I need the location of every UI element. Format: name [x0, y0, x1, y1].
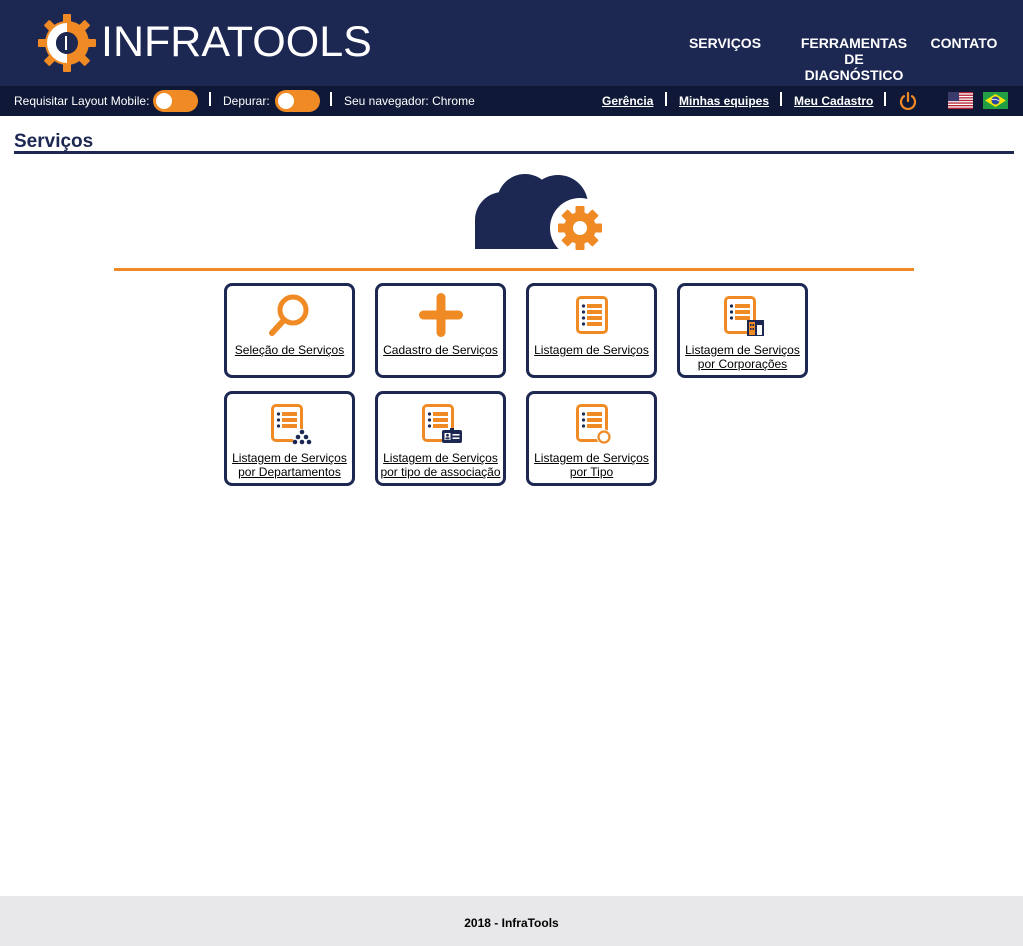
mobile-layout-label: Requisitar Layout Mobile: [14, 94, 150, 108]
brazil-flag-icon[interactable] [983, 92, 1008, 109]
link-meu-cadastro[interactable]: Meu Cadastro [794, 94, 873, 108]
list-circle-icon [576, 404, 612, 445]
separator [780, 92, 782, 106]
power-icon[interactable] [898, 91, 918, 111]
nav-ferramentas-de-diagnostico[interactable]: FERRAMENTAS DE DIAGNÓSTICO [794, 35, 914, 83]
nav-ferramentas-line-2: DE [844, 51, 864, 67]
list-building-icon [724, 296, 764, 336]
plus-icon [419, 293, 463, 337]
tile-label: Listagem de Serviços por tipo de associa… [378, 451, 503, 479]
tile-listagem-por-tipo-de-associacao[interactable]: Listagem de Serviços por tipo de associa… [375, 391, 506, 486]
list-icon [576, 296, 608, 334]
separator [665, 92, 667, 106]
mobile-layout-toggle[interactable] [153, 90, 198, 112]
tile-label: Seleção de Serviços [227, 343, 352, 357]
separator [209, 92, 211, 106]
tile-label: Listagem de Serviços por Corporações [680, 343, 805, 371]
top-header: INFRATOOLS SERVIÇOS FERRAMENTAS DE DIAGN… [0, 0, 1023, 86]
tile-listagem-por-departamentos[interactable]: Listagem de Serviços por Departamentos [224, 391, 355, 486]
tile-label-line: Listagem de Serviços [534, 343, 649, 357]
gear-logo-icon [38, 14, 96, 72]
tile-label-line: Listagem de Serviços [685, 343, 800, 357]
tile-label-line: Seleção de Serviços [234, 343, 345, 357]
tile-cadastro-de-servicos[interactable]: Cadastro de Serviços [375, 283, 506, 378]
footer-copyright: 2018 - InfraTools [464, 916, 559, 930]
browser-info: Seu navegador: Chrome [344, 94, 475, 108]
cloud-gear-icon [475, 174, 610, 258]
tile-label: Listagem de Serviços [529, 343, 654, 357]
tile-listagem-por-tipo[interactable]: Listagem de Serviços por Tipo [526, 391, 657, 486]
list-hierarchy-icon [271, 404, 312, 445]
nav-ferramentas-line-1: FERRAMENTAS [800, 35, 908, 51]
separator [330, 92, 332, 106]
tile-label-line: por tipo de associação [380, 465, 501, 479]
tile-label-line: Listagem de Serviços [232, 451, 347, 465]
nav-contato[interactable]: CONTATO [926, 35, 1002, 51]
toggle-knob [156, 93, 172, 109]
tile-label-line: por Departamentos [238, 465, 341, 479]
toggle-knob [278, 93, 294, 109]
infratools-logo[interactable]: INFRATOOLS [38, 12, 372, 72]
debug-label: Depurar: [223, 94, 270, 108]
tile-label-line: Cadastro de Serviços [383, 343, 498, 357]
tile-label-line: por Corporações [697, 357, 788, 371]
tile-listagem-de-servicos[interactable]: Listagem de Serviços [526, 283, 657, 378]
page-title: Serviços [14, 131, 94, 152]
section-divider [114, 268, 914, 271]
tile-selecao-de-servicos[interactable]: Seleção de Serviços [224, 283, 355, 378]
tile-listagem-por-corporacoes[interactable]: Listagem de Serviços por Corporações [677, 283, 808, 378]
separator [884, 92, 886, 106]
debug-toggle[interactable] [275, 90, 320, 112]
user-toolbar: Requisitar Layout Mobile: Depurar: Seu n… [0, 86, 1023, 116]
link-gerencia[interactable]: Gerência [602, 94, 653, 108]
nav-servicos[interactable]: SERVIÇOS [680, 35, 770, 51]
nav-ferramentas-line-3: DIAGNÓSTICO [804, 67, 904, 83]
link-minhas-equipes[interactable]: Minhas equipes [679, 94, 769, 108]
tile-label-line: Listagem de Serviços [383, 451, 498, 465]
page-footer: 2018 - InfraTools [0, 896, 1023, 946]
tile-label: Cadastro de Serviços [378, 343, 503, 357]
tile-label: Listagem de Serviços por Departamentos [227, 451, 352, 479]
tile-label-line: Listagem de Serviços [534, 451, 649, 465]
brand-name: INFRATOOLS [101, 18, 372, 66]
list-id-card-icon [422, 404, 462, 443]
title-divider [14, 151, 1014, 154]
tile-label-line: por Tipo [569, 465, 614, 479]
tile-label: Listagem de Serviços por Tipo [529, 451, 654, 479]
search-icon [269, 294, 309, 336]
us-flag-icon[interactable] [948, 92, 973, 109]
